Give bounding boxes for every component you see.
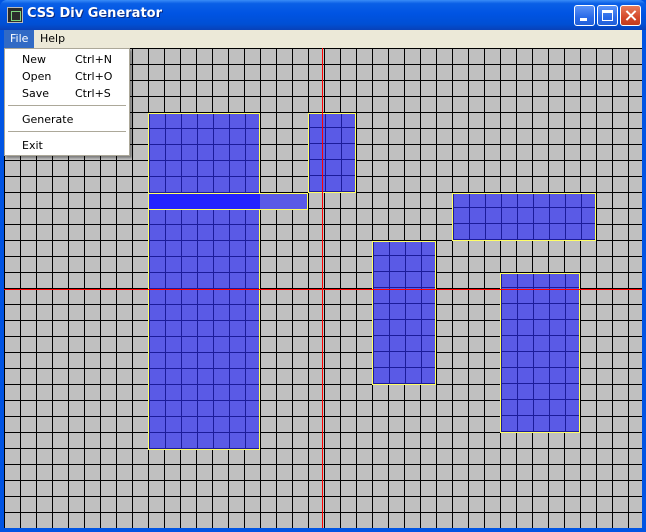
minimize-button[interactable]	[574, 5, 595, 26]
div-block[interactable]	[148, 113, 260, 450]
window-border-bottom	[0, 528, 646, 532]
div-block[interactable]	[308, 113, 356, 193]
app-icon	[7, 7, 23, 23]
window-title: CSS Div Generator	[27, 6, 162, 21]
vertical-guide-line	[322, 48, 323, 528]
div-block[interactable]	[372, 241, 436, 385]
menu-item-shortcut: Ctrl+S	[75, 87, 111, 100]
horizontal-guide-line	[4, 289, 642, 290]
menu-item-label: New	[22, 53, 46, 66]
menu-item-shortcut: Ctrl+N	[75, 53, 113, 66]
menu-item-label: Save	[22, 87, 50, 100]
menu-item-save[interactable]: Save Ctrl+S	[5, 85, 129, 102]
div-block[interactable]	[500, 273, 580, 433]
menu-bar: File Help	[4, 30, 642, 48]
selected-div-block-tail	[260, 194, 307, 209]
menu-separator	[8, 131, 126, 132]
div-block[interactable]	[452, 193, 596, 241]
menu-item-label: Exit	[22, 139, 43, 152]
menu-item-open[interactable]: Open Ctrl+O	[5, 68, 129, 85]
maximize-button[interactable]	[597, 5, 618, 26]
menu-item-new[interactable]: New Ctrl+N	[5, 51, 129, 68]
file-menu-dropdown: New Ctrl+N Open Ctrl+O Save Ctrl+S Gener…	[4, 48, 130, 156]
menu-item-exit[interactable]: Exit	[5, 137, 129, 154]
menu-separator	[8, 105, 126, 106]
window-border-right	[642, 30, 646, 532]
menu-file[interactable]: File	[4, 30, 35, 48]
menu-item-label: Open	[22, 70, 52, 83]
close-button[interactable]	[620, 5, 641, 26]
app-window: CSS Div Generator File Help New Ctrl+N O…	[0, 0, 646, 532]
menu-item-label: Generate	[22, 113, 74, 126]
title-bar[interactable]: CSS Div Generator	[0, 0, 646, 30]
menu-item-shortcut: Ctrl+O	[75, 70, 113, 83]
menu-help[interactable]: Help	[34, 30, 71, 48]
menu-item-generate[interactable]: Generate	[5, 111, 129, 128]
